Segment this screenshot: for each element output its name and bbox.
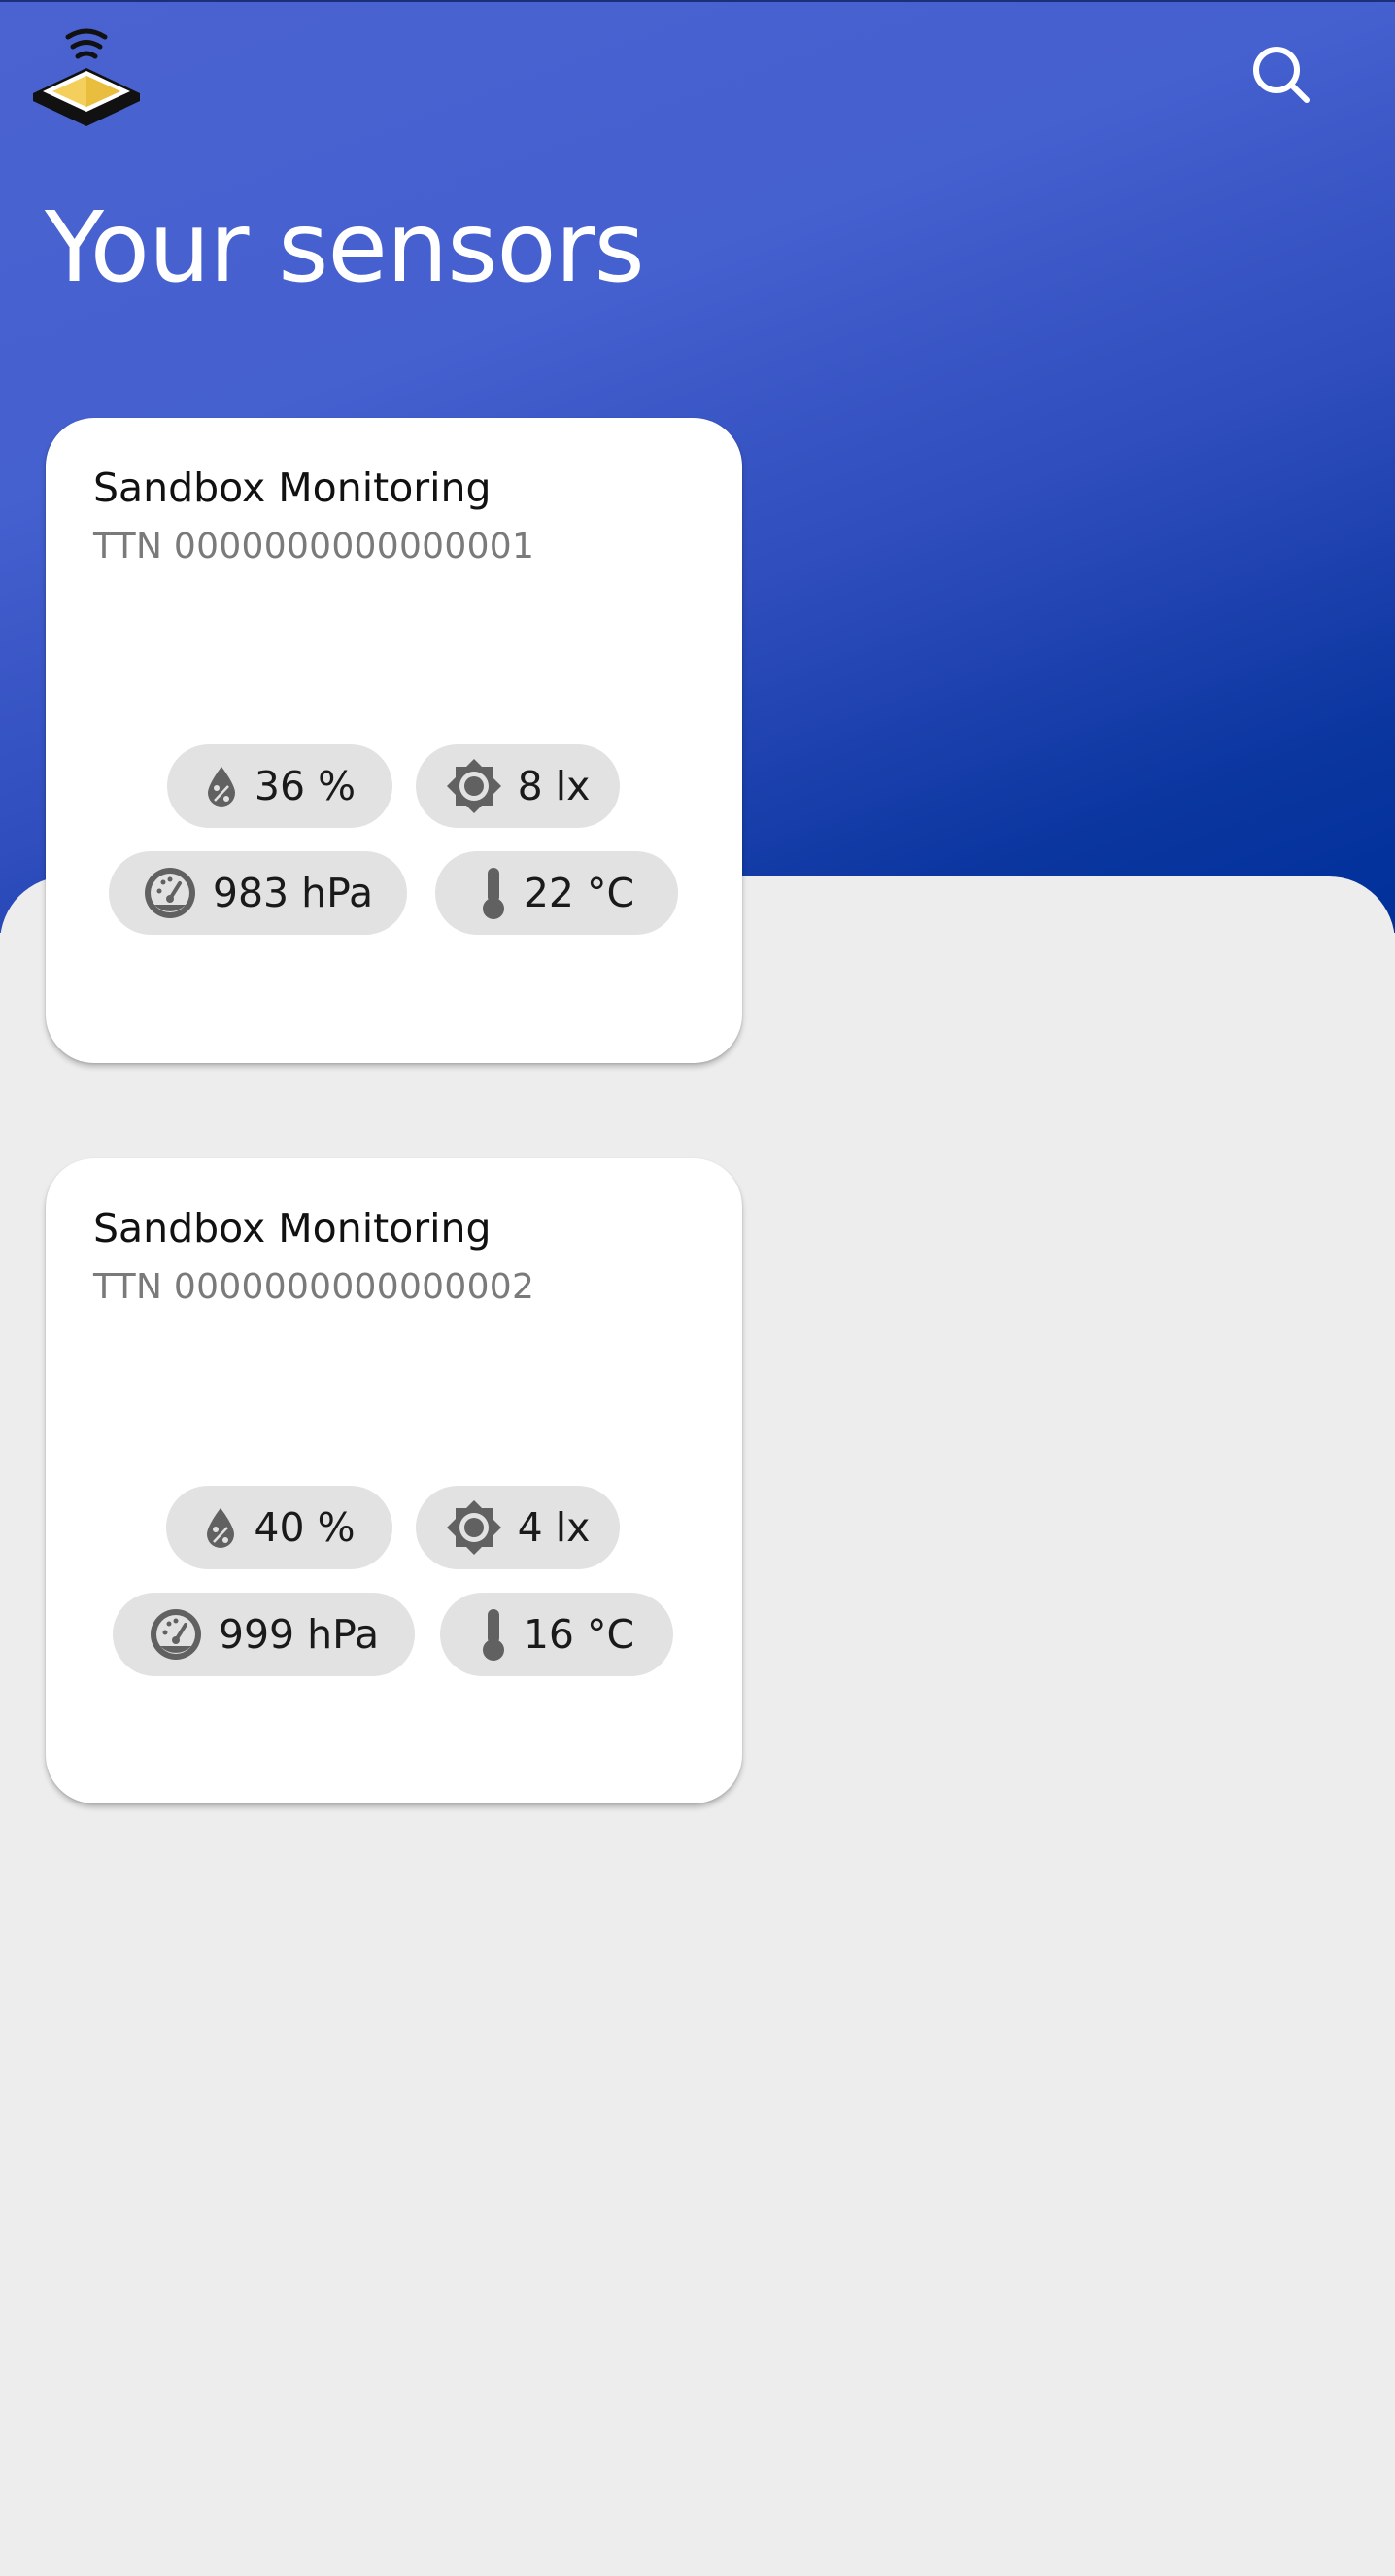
thermometer-icon — [479, 866, 508, 920]
brightness-icon — [446, 758, 502, 814]
brightness-icon — [446, 1499, 502, 1556]
gauge-icon — [149, 1607, 203, 1662]
light-value: 4 lx — [517, 1504, 591, 1551]
sensor-name: Sandbox Monitoring — [93, 1205, 492, 1252]
pressure-chip: 999 hPa — [113, 1593, 415, 1676]
sensor-card[interactable]: Sandbox Monitoring TTN 0000000000000001 … — [46, 418, 742, 1063]
light-chip: 4 lx — [416, 1486, 620, 1569]
search-button[interactable] — [1243, 39, 1319, 115]
pressure-chip: 983 hPa — [109, 851, 407, 935]
humidity-icon — [203, 1506, 238, 1549]
sensor-id: TTN 0000000000000002 — [93, 1267, 535, 1307]
gauge-icon — [143, 866, 197, 920]
temperature-chip: 16 °C — [440, 1593, 673, 1676]
temperature-chip: 22 °C — [435, 851, 678, 935]
temperature-value: 22 °C — [523, 870, 635, 916]
humidity-value: 40 % — [254, 1504, 356, 1551]
sensor-card[interactable]: Sandbox Monitoring TTN 0000000000000002 … — [46, 1158, 742, 1803]
pressure-value: 983 hPa — [212, 870, 374, 916]
top-edge-line — [0, 0, 1395, 2]
sensor-id: TTN 0000000000000001 — [93, 527, 535, 567]
humidity-chip: 40 % — [166, 1486, 392, 1569]
humidity-chip: 36 % — [167, 744, 392, 828]
light-chip: 8 lx — [416, 744, 620, 828]
light-value: 8 lx — [517, 763, 591, 809]
temperature-value: 16 °C — [523, 1611, 635, 1658]
humidity-icon — [204, 765, 239, 807]
page-title: Your sensors — [45, 190, 645, 304]
thermometer-icon — [479, 1607, 508, 1662]
sensor-name: Sandbox Monitoring — [93, 464, 492, 511]
app-logo-icon — [29, 19, 144, 132]
sensors-page: Your sensors Sandbox Monitoring TTN 0000… — [0, 0, 1395, 2576]
search-icon — [1251, 45, 1311, 110]
humidity-value: 36 % — [254, 763, 357, 809]
pressure-value: 999 hPa — [218, 1611, 380, 1658]
